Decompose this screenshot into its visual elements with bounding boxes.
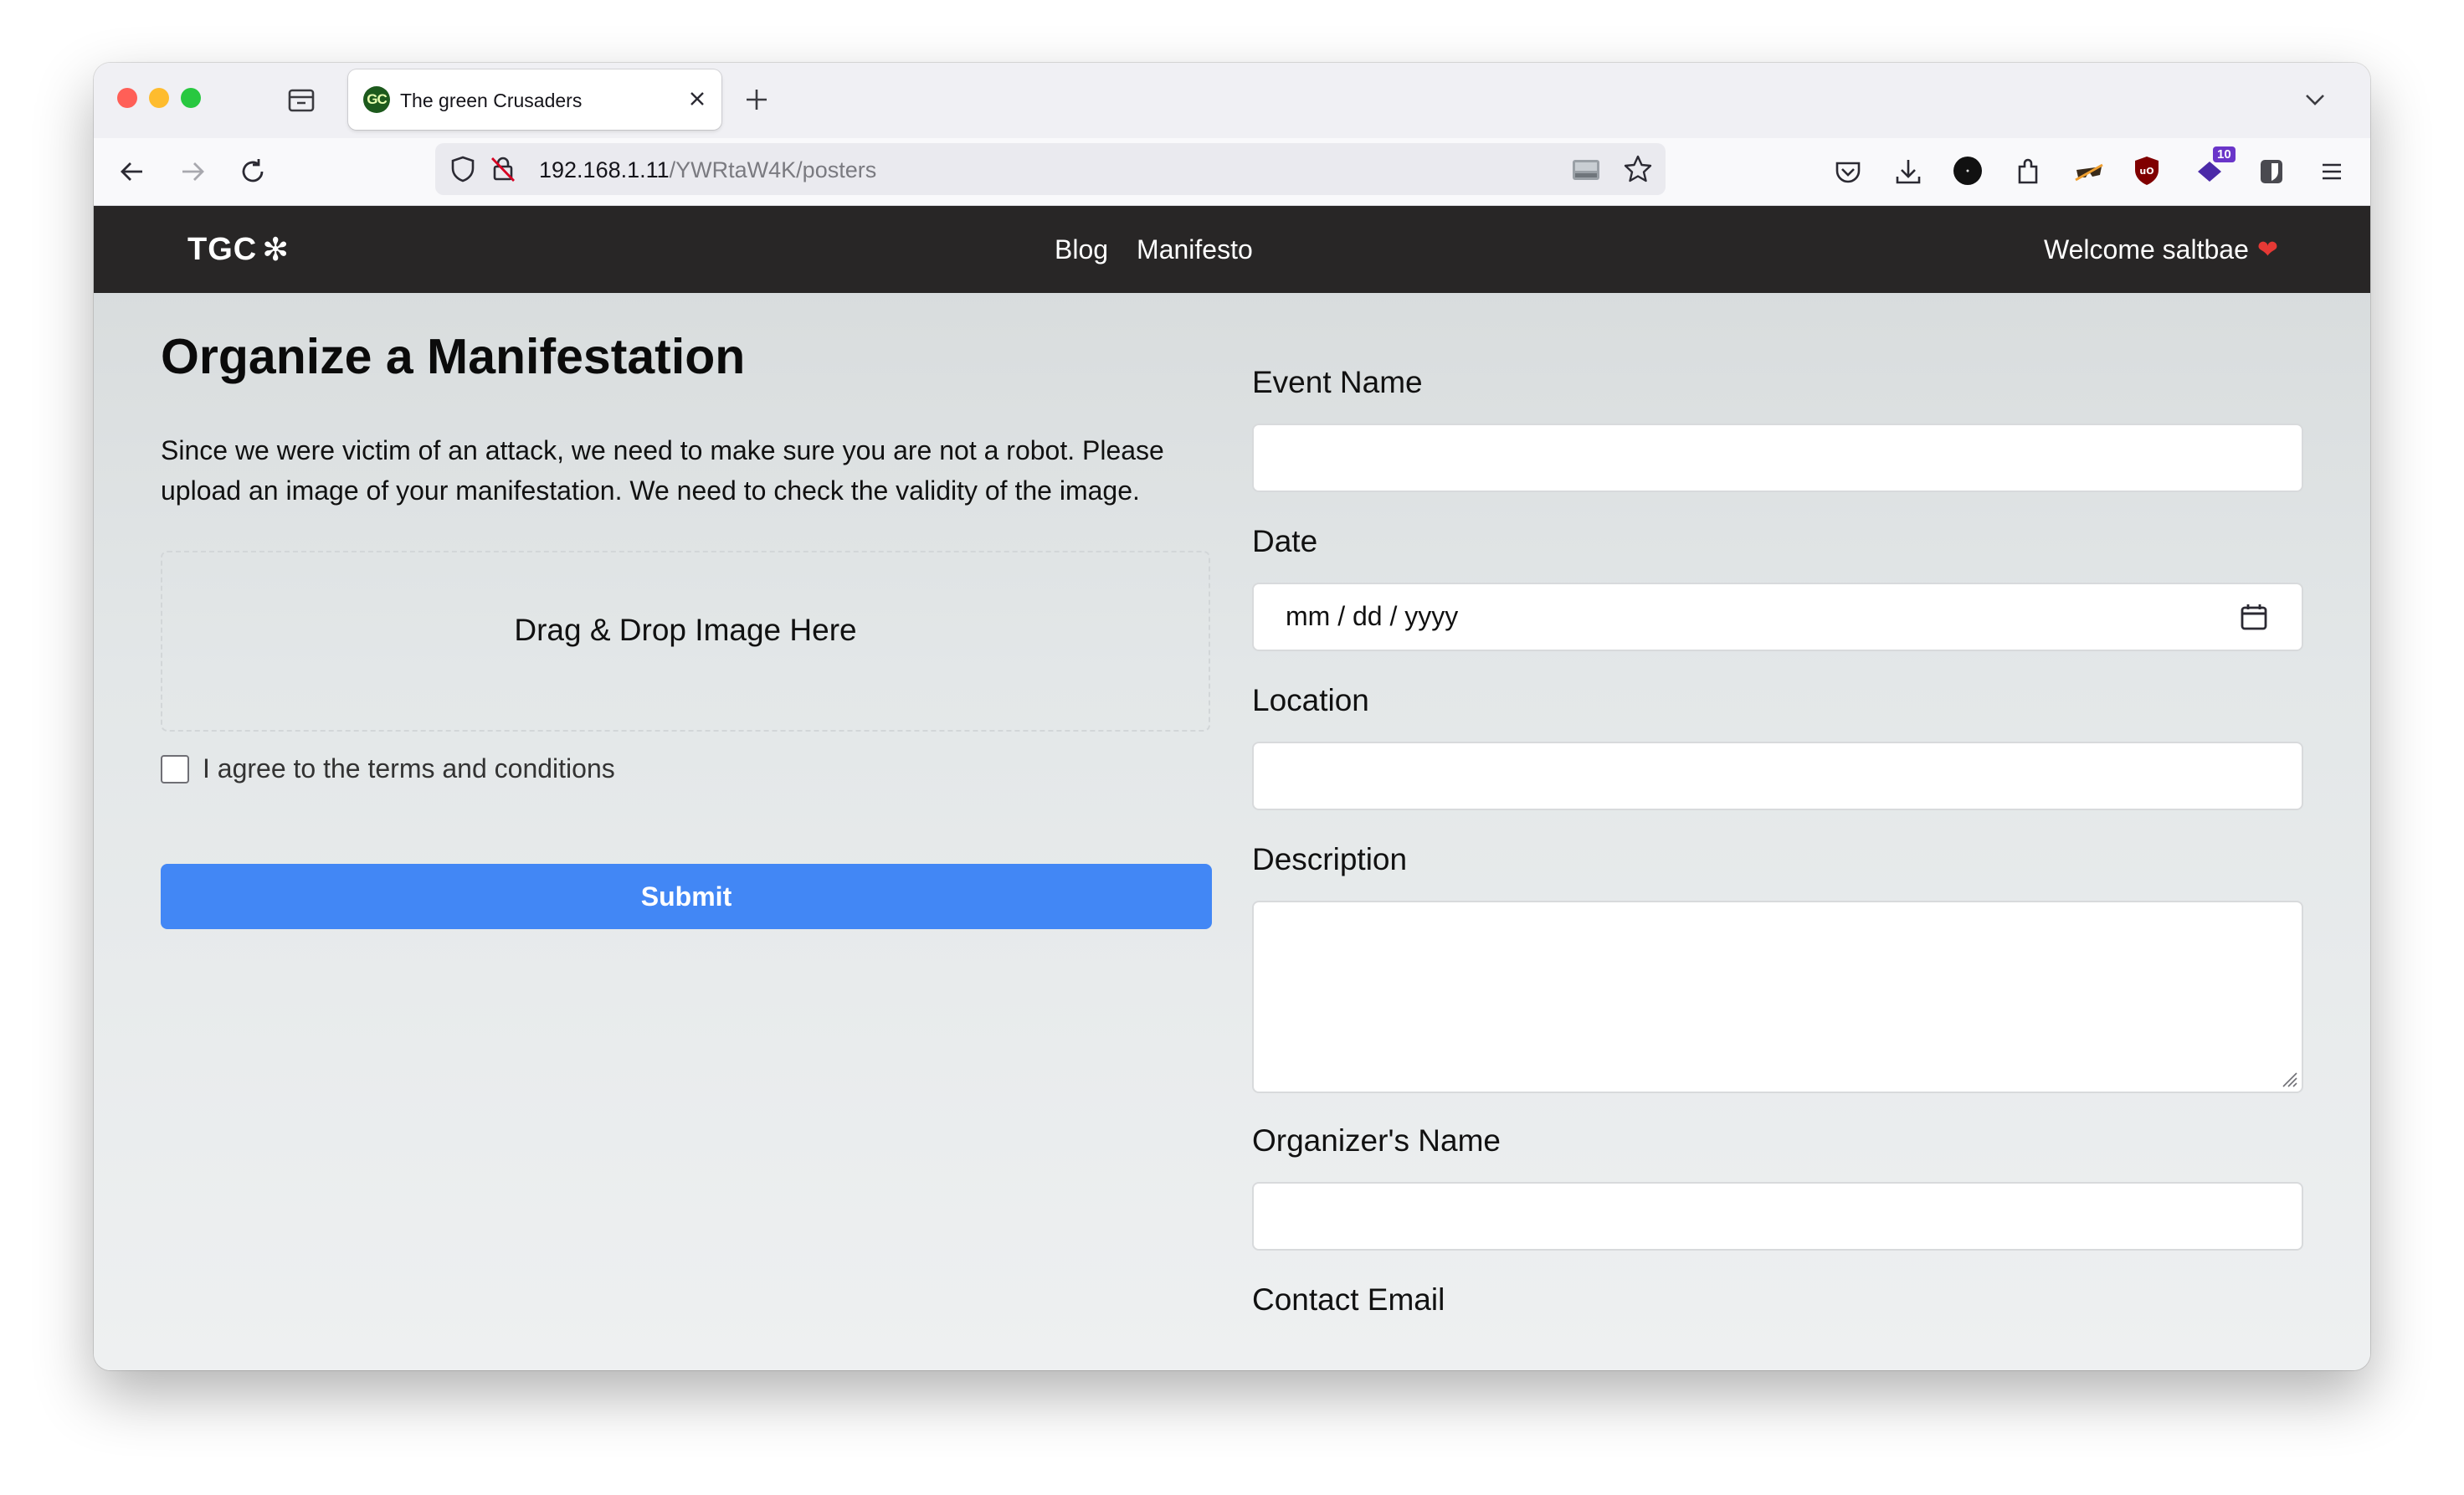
terms-label[interactable]: I agree to the terms and conditions [203,753,615,784]
tab-active[interactable]: GC The green Crusaders [348,69,721,130]
url-bar[interactable]: 192.168.1.11/YWRtaW4K/posters [435,143,1666,195]
nav-link-blog[interactable]: Blog [1055,234,1108,265]
date-label: Date [1252,524,1318,558]
nav-link-manifesto[interactable]: Manifesto [1137,234,1253,265]
minimize-window-button[interactable] [149,88,169,108]
forward-arrow-icon[interactable] [176,155,209,188]
close-tab-icon[interactable] [685,86,710,111]
calendar-icon[interactable] [2238,601,2270,633]
extension-sunglasses-icon[interactable] [2072,155,2106,188]
organizer-name-input[interactable] [1252,1182,2303,1251]
ublock-origin-icon[interactable]: uO [2133,155,2161,187]
menu-hamburger-icon[interactable] [2315,155,2348,188]
insecure-lock-icon[interactable] [487,153,519,185]
location-input[interactable] [1252,742,2303,810]
close-window-button[interactable] [117,88,137,108]
event-name-label: Event Name [1252,365,1423,399]
site-favicon: GC [363,86,390,113]
new-tab-icon[interactable] [740,83,773,116]
nav-links: Blog Manifesto [1055,234,1253,265]
reload-icon[interactable] [236,155,270,188]
extension-badge: 10 [2213,146,2236,162]
location-label: Location [1252,683,1369,717]
back-arrow-icon[interactable] [116,155,149,188]
contact-email-label: Contact Email [1252,1282,1445,1317]
browser-window: GC The green Crusaders 192.168.1.11/YWRt… [94,63,2370,1370]
url-host: 192.168.1.11 [539,157,670,182]
chevron-down-icon[interactable] [2300,85,2330,115]
url-path: /YWRtaW4K/posters [669,157,877,182]
bookmark-star-icon[interactable] [1622,153,1654,185]
maximize-window-button[interactable] [181,88,201,108]
url-text[interactable]: 192.168.1.11/YWRtaW4K/posters [539,157,876,183]
extensions-puzzle-icon[interactable] [2012,155,2046,188]
site-brand[interactable]: TGC ✻ [187,231,290,269]
reader-view-icon[interactable] [1570,155,1602,185]
organizer-name-label: Organizer's Name [1252,1123,1501,1158]
downloads-icon[interactable] [1892,155,1925,188]
event-name-input[interactable] [1252,424,2303,492]
pocket-icon[interactable] [1831,155,1865,188]
bitwarden-icon[interactable] [2255,155,2288,188]
asterisk-icon: ✻ [262,233,290,268]
page-content: TGC ✻ Blog Manifesto Welcome saltbae ❤ O… [94,206,2370,1370]
page-title: Organize a Manifestation [161,329,746,384]
image-dropzone[interactable]: Drag & Drop Image Here [161,551,1210,732]
intro-text: Since we were victim of an attack, we ne… [161,435,1164,506]
submit-button[interactable]: Submit [161,864,1212,929]
svg-text:uO: uO [2139,166,2153,177]
tab-strip: GC The green Crusaders [94,63,2370,138]
firefox-view-icon[interactable] [285,83,318,116]
extension-dark-circle-icon[interactable]: ● [1953,157,1982,185]
event-form: Event Name Date mm / dd / yyyy Location … [1252,206,2305,1370]
dropzone-label: Drag & Drop Image Here [514,613,857,647]
tab-title: The green Crusaders [400,90,583,111]
shield-icon[interactable] [447,153,479,185]
terms-checkbox[interactable] [161,754,189,783]
date-input[interactable]: mm / dd / yyyy [1252,583,2303,651]
description-textarea[interactable] [1252,901,2303,1093]
terms-row: I agree to the terms and conditions [161,753,615,784]
brand-text: TGC [187,232,258,267]
nav-toolbar: 192.168.1.11/YWRtaW4K/posters ● uO 10 [94,138,2370,206]
resize-grip-icon[interactable] [2278,1068,2298,1088]
description-label: Description [1252,842,1408,876]
date-placeholder: mm / dd / yyyy [1286,601,1459,631]
